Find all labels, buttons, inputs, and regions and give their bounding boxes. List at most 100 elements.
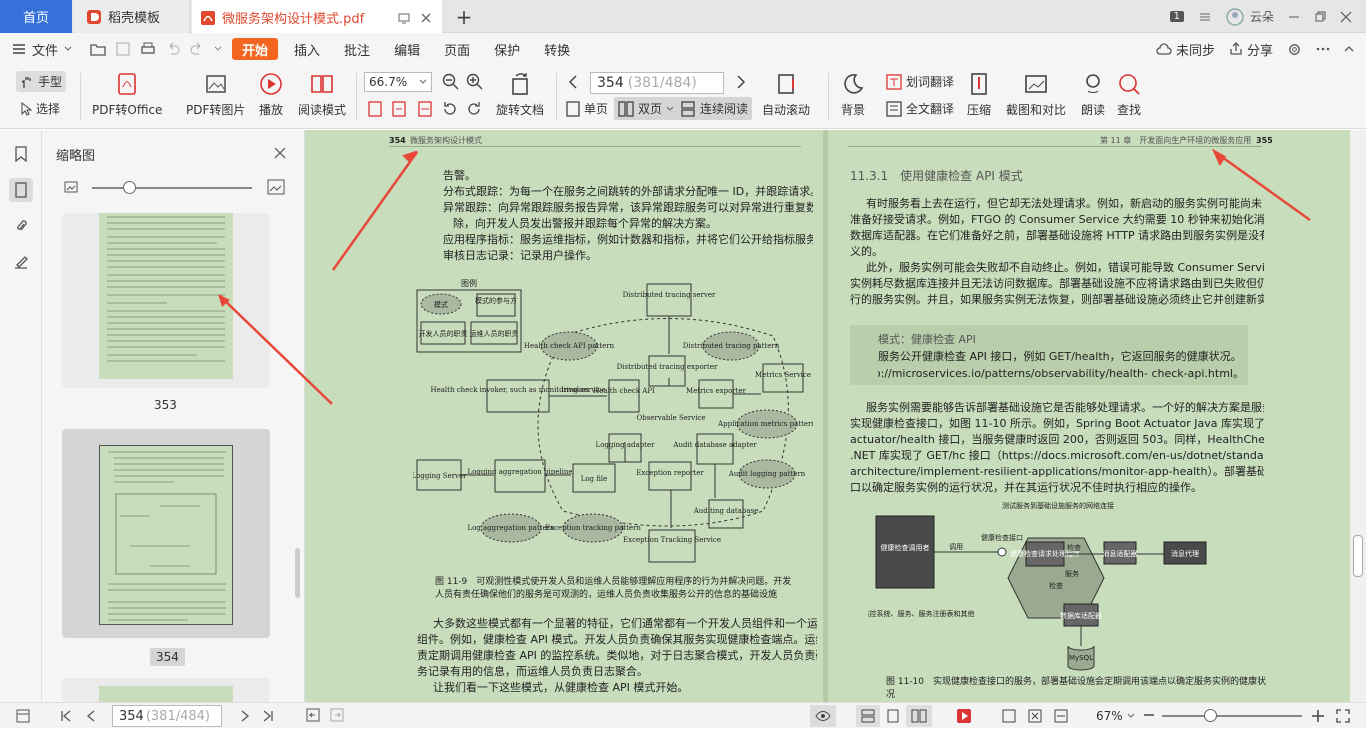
close-window-icon[interactable] (1340, 11, 1352, 23)
share-button[interactable]: 分享 (1229, 40, 1273, 59)
scrollbar-thumb[interactable] (1353, 535, 1363, 577)
menu-page[interactable]: 页面 (432, 33, 482, 65)
zoom-slider-handle[interactable] (1204, 709, 1217, 722)
fit-width-icon[interactable] (418, 101, 432, 117)
redo-icon[interactable] (190, 42, 204, 56)
more-chevron-icon[interactable] (214, 46, 222, 52)
read-aloud-button[interactable]: 朗读 (1080, 71, 1106, 118)
collapse-ribbon-icon[interactable] (1344, 45, 1354, 53)
compress-button[interactable]: 压缩 (966, 71, 992, 118)
menu-edit[interactable]: 编辑 (382, 33, 432, 65)
word-translate-button[interactable]: 划词翻译 (886, 73, 954, 90)
find-button[interactable]: 查找 (1116, 71, 1142, 118)
new-tab-button[interactable]: + (452, 0, 476, 33)
pdf-to-office-button[interactable]: PDF转Office (92, 71, 162, 118)
play-button[interactable]: 播放 (258, 71, 284, 118)
grid-icon[interactable] (1198, 10, 1212, 24)
hand-tool[interactable]: 手型 (16, 71, 67, 92)
menu-start[interactable]: 开始 (232, 38, 279, 60)
prev-page-icon[interactable] (568, 75, 578, 89)
thumbnail-page-354[interactable] (62, 429, 270, 638)
select-tool[interactable]: 选择 (20, 100, 60, 117)
actual-size-status-icon[interactable] (1002, 709, 1016, 723)
small-image-icon[interactable] (64, 181, 78, 193)
screenshot-icon (1025, 75, 1047, 93)
close-tab-icon[interactable] (420, 12, 432, 24)
print-icon[interactable] (140, 42, 156, 56)
signature-rail-button[interactable] (9, 250, 33, 274)
next-page-icon[interactable] (736, 75, 746, 89)
rotate-left-icon[interactable] (442, 101, 458, 117)
double-page-button[interactable]: 双页 (614, 97, 679, 120)
restore-icon[interactable] (1314, 11, 1326, 23)
save-icon[interactable] (116, 42, 130, 56)
settings-gear-icon[interactable] (1287, 42, 1302, 57)
last-page-icon[interactable] (262, 710, 274, 722)
read-mode-button[interactable]: 阅读模式 (298, 71, 346, 118)
fit-width-status-icon[interactable] (1054, 709, 1068, 723)
rotate-right-icon[interactable] (466, 101, 482, 117)
fit-page-icon[interactable] (368, 101, 382, 117)
prev-page-status-icon[interactable] (86, 710, 96, 722)
open-folder-icon[interactable] (90, 42, 106, 56)
first-page-icon[interactable] (60, 710, 72, 722)
full-translate-button[interactable]: 全文翻译 (886, 100, 954, 117)
thumbnail-page-355[interactable] (62, 678, 270, 702)
fullscreen-icon[interactable] (1336, 709, 1350, 723)
screenshot-compare-button[interactable]: 截图和对比 (1006, 71, 1066, 118)
page-number-input[interactable]: 354 (381/484) (590, 72, 724, 94)
file-menu[interactable]: 文件 (0, 33, 84, 65)
thumbnail-scrollbar[interactable] (295, 548, 300, 598)
sync-status[interactable]: 未同步 (1156, 40, 1215, 59)
pdf-to-image-button[interactable]: PDF转图片 (186, 71, 245, 118)
double-view-status-button[interactable] (906, 705, 932, 727)
zoom-in-icon[interactable] (466, 73, 484, 91)
undo-icon[interactable] (166, 42, 180, 56)
minimize-icon[interactable] (1288, 11, 1300, 23)
fit-page-status-icon[interactable] (1028, 709, 1042, 723)
thumbnail-size-slider-handle[interactable] (123, 181, 136, 194)
bookmark-rail-button[interactable] (9, 142, 33, 166)
slideshow-icon[interactable] (956, 708, 972, 724)
back-icon[interactable] (306, 708, 320, 722)
attachment-rail-button[interactable] (9, 214, 33, 238)
thumbnail-rail-button[interactable] (9, 178, 33, 202)
continuous-reading-button[interactable]: 连续阅读 (676, 97, 753, 120)
zoom-in-status-icon[interactable] (1312, 710, 1324, 722)
avatar-icon[interactable] (1226, 7, 1244, 26)
tab-template[interactable]: 稻壳模板 (74, 0, 190, 33)
next-page-status-icon[interactable] (240, 710, 250, 722)
actual-size-icon[interactable] (392, 101, 406, 117)
status-page-input[interactable]: 354 (381/484) (112, 705, 222, 727)
tab-home[interactable]: 首页 (0, 0, 72, 33)
zoom-out-icon[interactable] (442, 73, 460, 91)
menu-convert[interactable]: 转换 (532, 33, 582, 65)
tab-pdf-document[interactable]: 微服务架构设计模式.pdf (192, 0, 442, 33)
zoom-out-status-icon[interactable] (1144, 714, 1154, 716)
menu-protect[interactable]: 保护 (482, 33, 532, 65)
zoom-slider[interactable] (1162, 715, 1302, 717)
zoom-status[interactable]: 67% (1096, 703, 1135, 729)
single-view-icon[interactable] (886, 709, 900, 723)
bookmark-icon (15, 146, 27, 162)
user-name[interactable]: 云朵 (1250, 8, 1274, 25)
more-dots-icon[interactable] (1316, 47, 1330, 51)
background-button[interactable]: 背景 (840, 71, 866, 118)
rotate-document-button[interactable]: 旋转文档 (496, 71, 544, 118)
document-vertical-scrollbar[interactable] (1350, 130, 1366, 702)
zoom-select[interactable]: 66.7% (364, 72, 432, 92)
menu-annotate[interactable]: 批注 (332, 33, 382, 65)
window-count-badge[interactable]: 1 (1169, 11, 1184, 22)
screen-icon[interactable] (398, 12, 410, 24)
menu-insert[interactable]: 插入 (282, 33, 332, 65)
auto-scroll-button[interactable]: 自动滚动 (762, 71, 810, 118)
continuous-view-status-button[interactable] (856, 705, 880, 727)
large-image-icon[interactable] (267, 179, 285, 195)
eye-protection-button[interactable] (810, 705, 836, 727)
forward-icon[interactable] (330, 708, 344, 722)
sidebar-toggle-icon[interactable] (16, 709, 30, 723)
thumbnail-size-slider[interactable] (92, 187, 252, 189)
document-viewport[interactable]: 354 微服务架构设计模式 告警。 分布式跟踪：为每一个在服务之间跳转的外部请求… (305, 130, 1350, 702)
close-panel-icon[interactable] (274, 147, 286, 159)
single-page-button[interactable]: 单页 (566, 100, 608, 117)
